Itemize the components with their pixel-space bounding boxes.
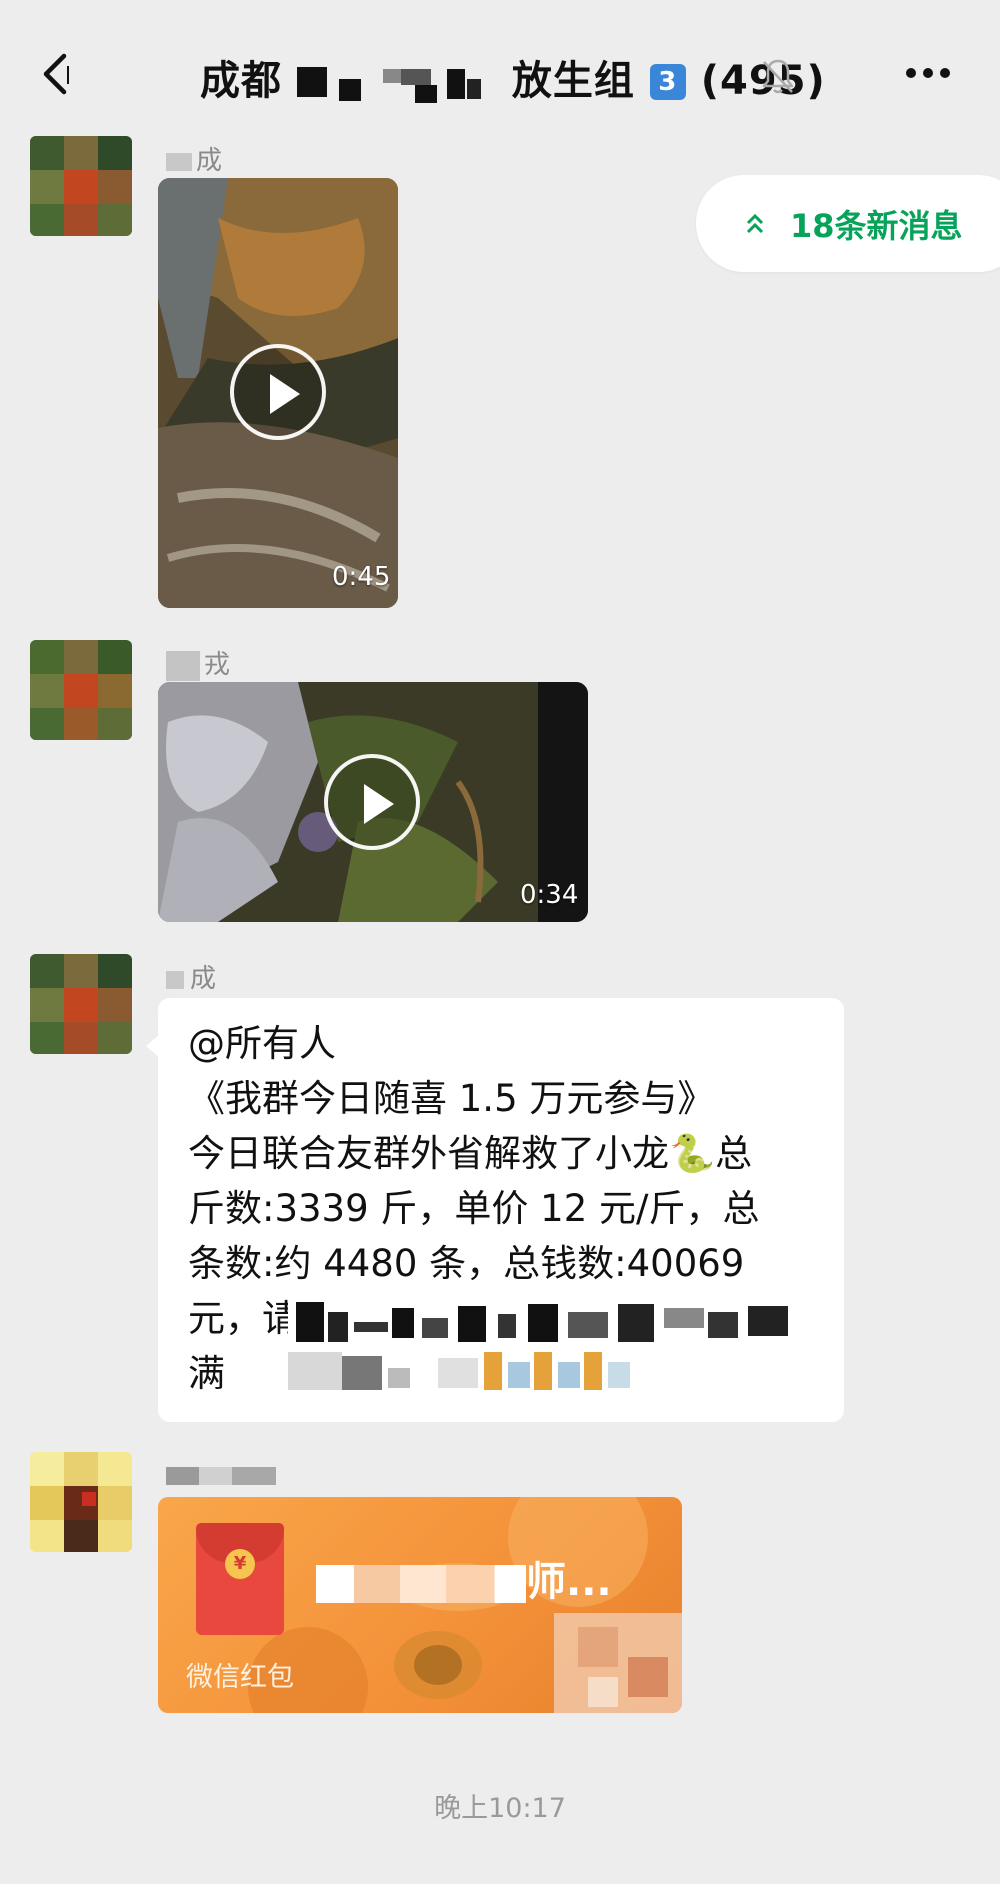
text-message-bubble[interactable]: @所有人 《我群今日随喜 1.5 万元参与》 今日联合友群外省解救了小龙🐍总 斤… [146,998,844,1422]
sender-name: 成 [166,140,222,177]
video-duration: 0:34 [520,880,579,910]
chat-title: 成都 放生组 3 (495) [200,48,826,106]
red-packet-message[interactable]: ¥ 师... 微信红包 [158,1497,682,1713]
red-packet-title: 师... [316,1549,612,1607]
back-icon[interactable] [38,50,78,98]
red-envelope-icon: ¥ [196,1523,284,1635]
title-suffix: 放生组 [511,58,635,104]
new-messages-button[interactable]: 18条新消息 [696,175,1000,272]
chat-timestamp: 晚上10:17 [434,1793,566,1824]
title-badge: 3 [649,64,686,100]
message-line: 斤数:3339 斤，单价 12 元/斤，总 [188,1187,760,1230]
redacted-title-mosaic [296,67,481,103]
avatar[interactable] [30,136,132,236]
message-line: 条数:约 4480 条，总钱数:40069 [188,1242,745,1285]
redacted-title-mosaic [316,1565,526,1603]
message-line: 《我群今日随喜 1.5 万元参与》 [188,1077,715,1120]
message-line: 今日联合友群外省解救了小龙🐍总 [188,1132,753,1175]
play-icon[interactable] [324,754,420,850]
title-prefix: 成都 [200,58,282,104]
new-messages-label: 18条新消息 [790,206,963,245]
avatar[interactable] [30,640,132,740]
video-message[interactable]: 0:34 [158,682,588,922]
avatar[interactable] [30,954,132,1054]
redacted-sender-mosaic [166,1467,276,1485]
play-icon[interactable] [230,344,326,440]
sender-name: 戎 [166,644,230,681]
video-message[interactable]: 0:45 [158,178,398,608]
avatar[interactable] [30,1452,132,1552]
video-duration: 0:45 [332,562,391,592]
red-packet-label: 微信红包 [186,1662,294,1693]
more-dots-icon[interactable] [905,66,951,80]
sender-name [166,1462,276,1492]
chat-header: 成都 放生组 3 (495) [0,0,1000,132]
message-line: @所有人 [188,1022,336,1065]
bell-muted-icon [762,59,794,94]
double-chevron-up-icon [746,213,764,233]
sender-name: 成 [166,958,216,995]
redacted-text-mosaic [288,1298,828,1406]
